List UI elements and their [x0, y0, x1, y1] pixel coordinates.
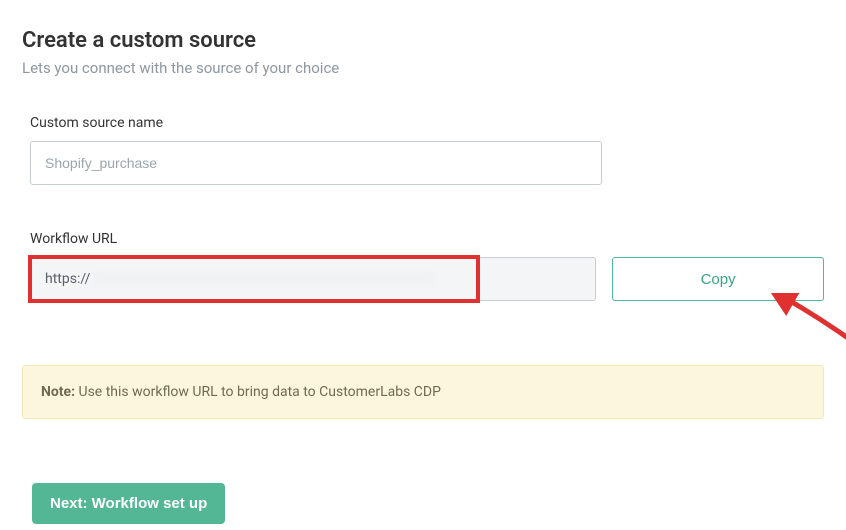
- arrow-annotation-icon: [760, 293, 846, 353]
- page-title: Create a custom source: [22, 28, 824, 53]
- note-text: Use this workflow URL to bring data to C…: [75, 384, 441, 400]
- source-name-label: Custom source name: [30, 115, 824, 131]
- next-button[interactable]: Next: Workflow set up: [32, 483, 225, 524]
- source-name-input[interactable]: [30, 141, 602, 185]
- note-prefix: Note:: [41, 384, 75, 400]
- workflow-url-label: Workflow URL: [30, 231, 824, 247]
- page-subtitle: Lets you connect with the source of your…: [22, 59, 824, 77]
- note-banner: Note: Use this workflow URL to bring dat…: [22, 365, 824, 419]
- workflow-url-field[interactable]: https://: [30, 257, 596, 301]
- workflow-url-value: https://: [31, 271, 90, 287]
- url-blurred-region: [94, 272, 434, 286]
